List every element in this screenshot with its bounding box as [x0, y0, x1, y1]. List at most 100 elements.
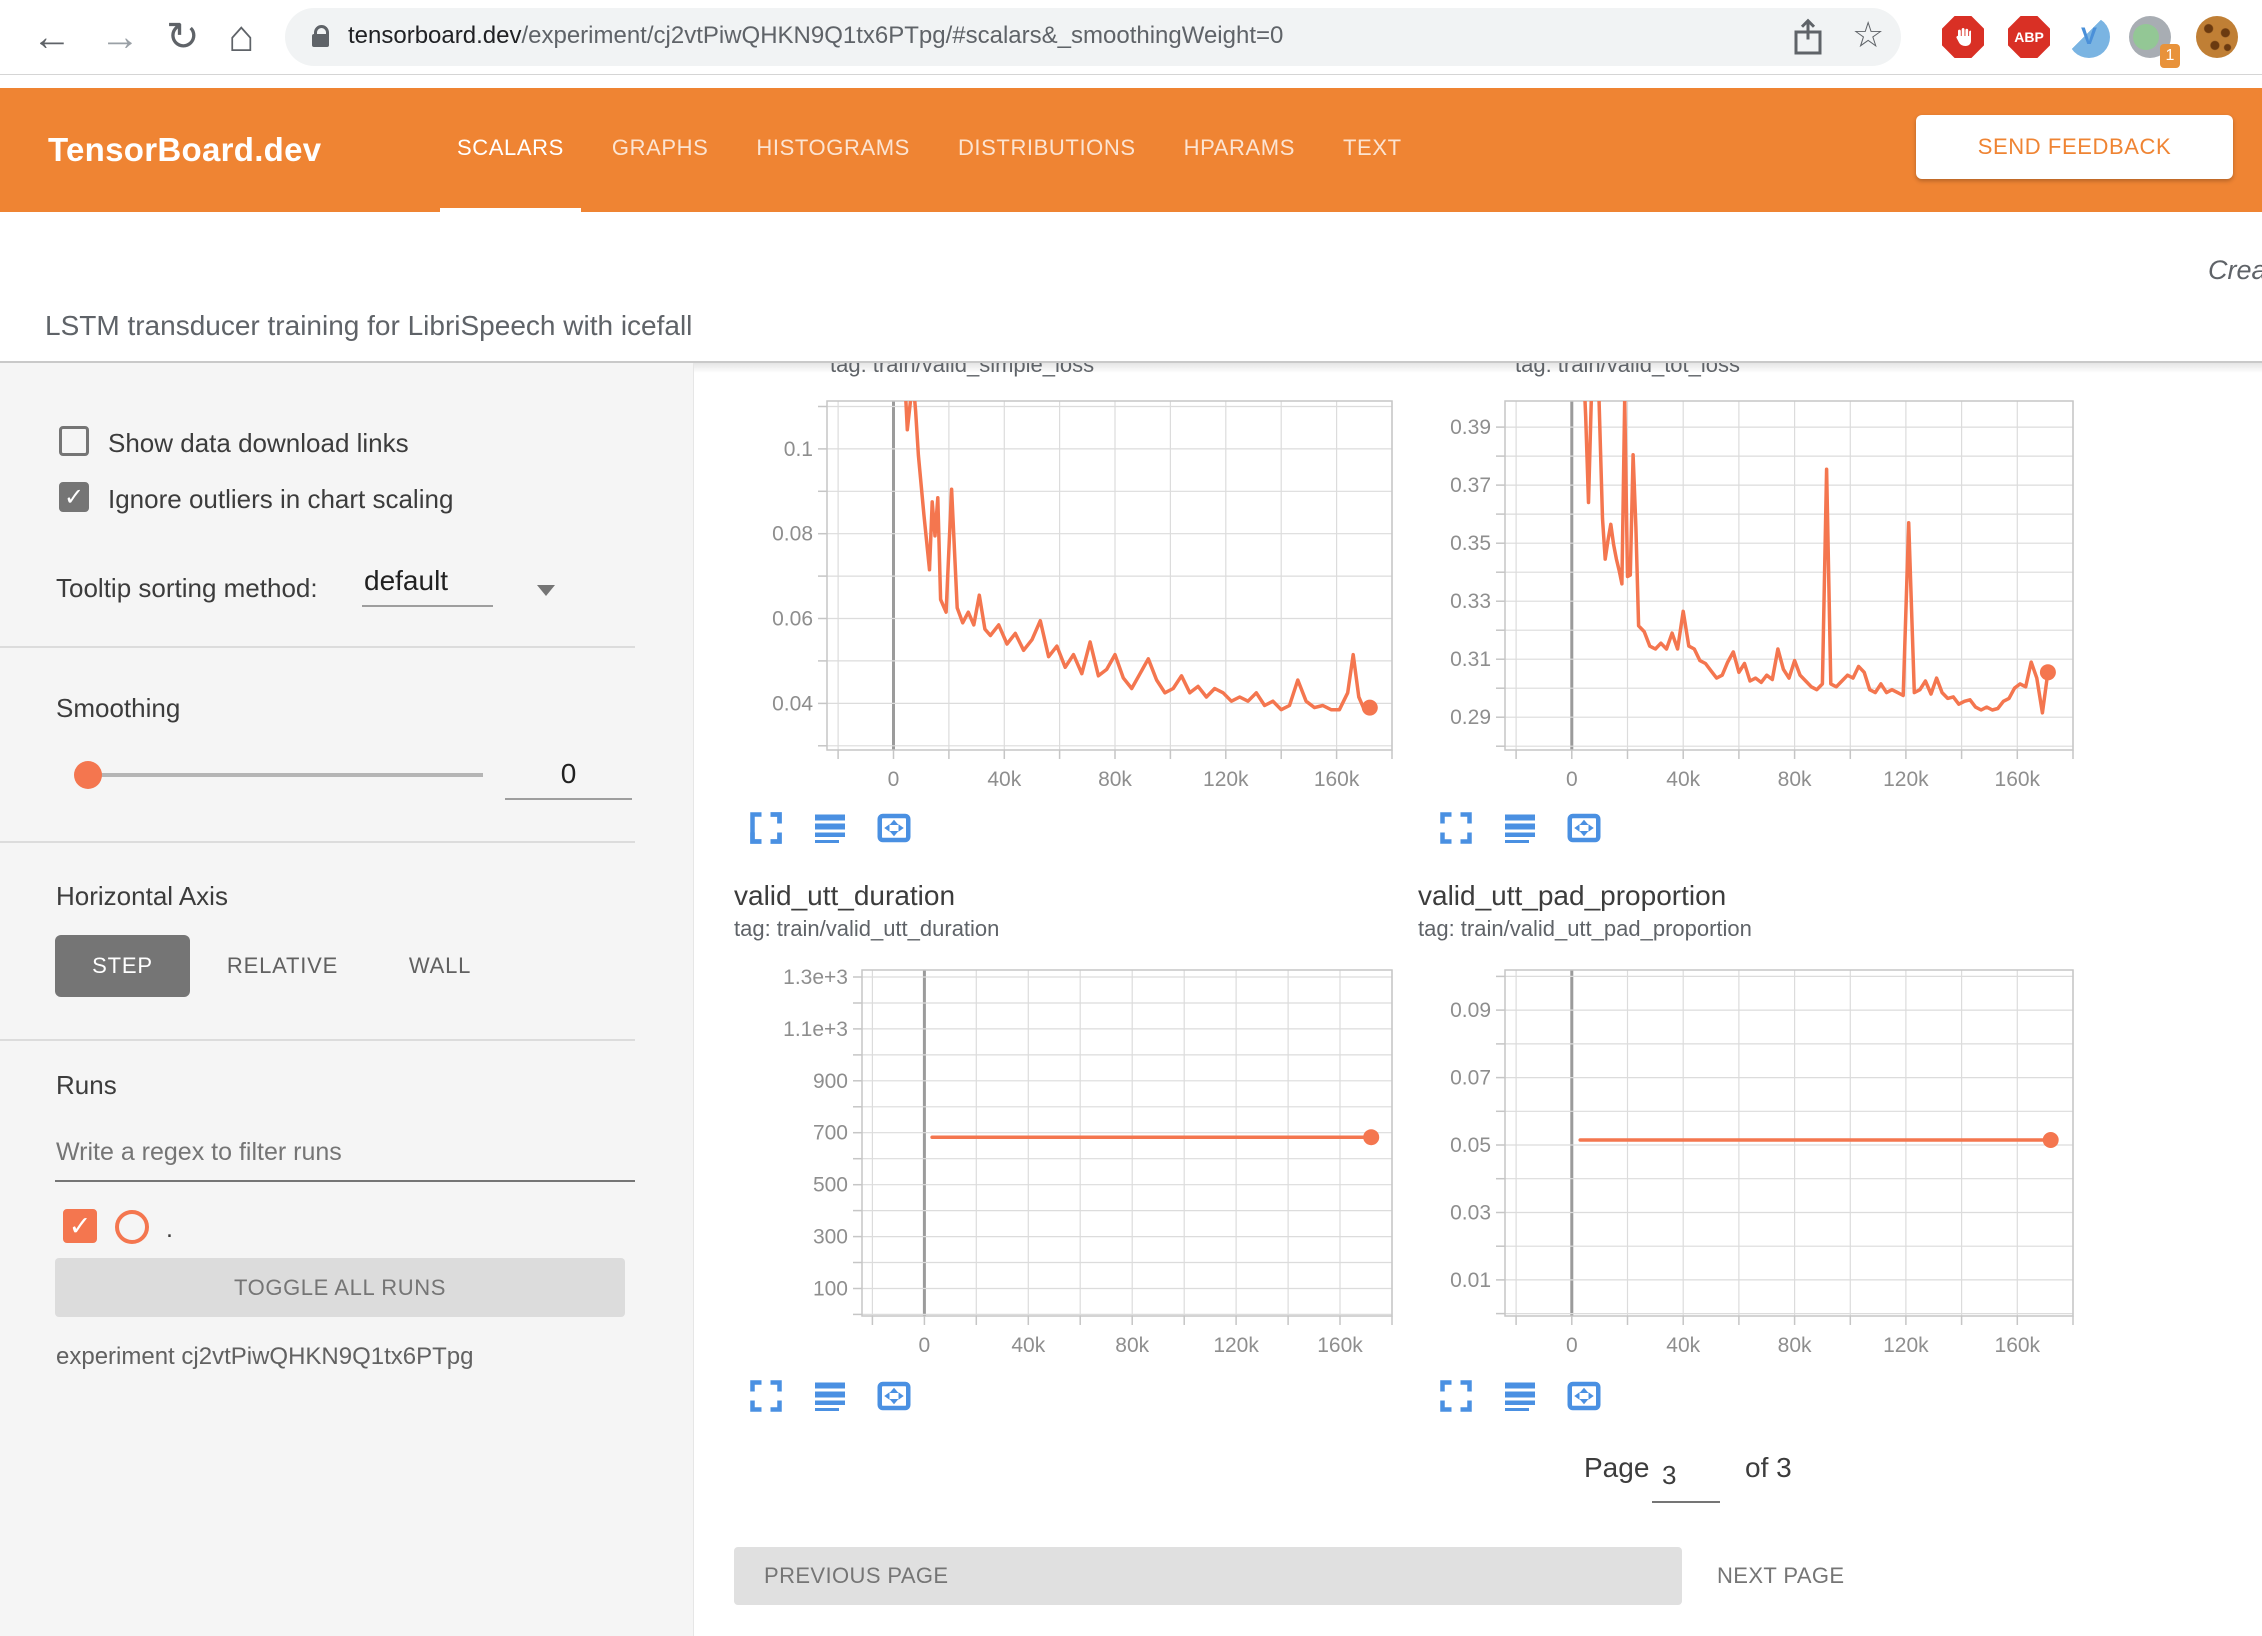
svg-text:1.3e+3: 1.3e+3: [783, 966, 848, 989]
tooltip-sort-dropdown[interactable]: default: [362, 565, 493, 607]
data-table-icon[interactable]: [1502, 1378, 1538, 1414]
svg-text:0.29: 0.29: [1450, 706, 1491, 729]
axis-relative-button[interactable]: RELATIVE: [210, 935, 355, 997]
adblock-plus-extension-icon[interactable]: ABP: [2008, 16, 2050, 58]
adblock-label: ABP: [2014, 29, 2044, 45]
tab-histograms[interactable]: HISTOGRAMS: [739, 88, 927, 212]
runs-label: Runs: [56, 1070, 117, 1101]
page-of-label: of 3: [1745, 1452, 1792, 1484]
tensorboard-header: TensorBoard.dev SCALARS GRAPHS HISTOGRAM…: [0, 88, 2262, 212]
svg-text:700: 700: [813, 1122, 848, 1145]
page-number-input[interactable]: 3: [1652, 1460, 1720, 1503]
reload-icon[interactable]: ↻: [166, 14, 200, 60]
svg-text:40k: 40k: [1666, 1334, 1700, 1357]
svg-text:80k: 80k: [1778, 768, 1812, 791]
svg-text:0: 0: [919, 1334, 931, 1357]
fullscreen-icon[interactable]: [748, 810, 784, 846]
fullscreen-icon[interactable]: [1438, 1378, 1474, 1414]
show-download-links-label: Show data download links: [108, 428, 409, 459]
fullscreen-icon[interactable]: [748, 1378, 784, 1414]
svg-text:300: 300: [813, 1226, 848, 1249]
smoothing-value-input[interactable]: 0: [505, 758, 632, 800]
fit-domain-icon[interactable]: [1566, 810, 1602, 846]
back-icon[interactable]: ←: [32, 14, 72, 60]
scalar-chart-valid-simple-loss[interactable]: 0.040.060.080.1040k80k120k160k: [740, 395, 1440, 810]
fit-domain-icon[interactable]: [876, 810, 912, 846]
axis-wall-button[interactable]: WALL: [390, 935, 490, 997]
svg-text:1.1e+3: 1.1e+3: [783, 1018, 848, 1041]
v-extension-icon[interactable]: V: [2068, 16, 2110, 58]
tab-hparams[interactable]: HPARAMS: [1167, 88, 1312, 212]
fullscreen-icon[interactable]: [1438, 810, 1474, 846]
svg-text:0.01: 0.01: [1450, 1269, 1491, 1292]
data-table-icon[interactable]: [812, 1378, 848, 1414]
svg-text:0: 0: [888, 768, 900, 791]
chart-title: valid_utt_duration: [734, 880, 955, 912]
svg-text:0.08: 0.08: [772, 523, 813, 546]
svg-text:120k: 120k: [1203, 768, 1249, 791]
svg-text:0.1: 0.1: [784, 438, 813, 461]
chart-tag: tag: train/valid_utt_pad_proportion: [1418, 916, 1752, 942]
send-feedback-button[interactable]: SEND FEEDBACK: [1916, 115, 2233, 179]
clipped-chart-tag: tag: train/valid_simple_loss: [830, 363, 1250, 378]
next-page-button[interactable]: NEXT PAGE: [1712, 1547, 1942, 1605]
svg-text:0.03: 0.03: [1450, 1202, 1491, 1225]
svg-text:0.37: 0.37: [1450, 474, 1491, 497]
svg-text:160k: 160k: [1317, 1334, 1363, 1357]
svg-text:0.39: 0.39: [1450, 416, 1491, 439]
data-table-icon[interactable]: [1502, 810, 1538, 846]
axis-step-button[interactable]: STEP: [55, 935, 190, 997]
sidebar-divider: [0, 841, 635, 843]
ignore-outliers-checkbox[interactable]: ✓: [59, 482, 89, 512]
smoothing-slider-handle[interactable]: [74, 761, 102, 789]
url-domain: tensorboard.dev: [348, 22, 521, 49]
sidebar-divider: [0, 1039, 635, 1041]
share-icon[interactable]: [1790, 18, 1826, 58]
svg-text:0.31: 0.31: [1450, 648, 1491, 671]
run-filter-input[interactable]: Write a regex to filter runs: [56, 1138, 342, 1167]
chart-tag: tag: train/valid_utt_duration: [734, 916, 999, 942]
svg-text:40k: 40k: [1666, 768, 1700, 791]
run-checkbox[interactable]: ✓: [63, 1209, 97, 1243]
bookmark-star-icon[interactable]: ☆: [1852, 14, 1884, 56]
svg-text:100: 100: [813, 1278, 848, 1301]
data-table-icon[interactable]: [812, 810, 848, 846]
svg-text:0: 0: [1566, 1334, 1578, 1357]
svg-text:0.33: 0.33: [1450, 590, 1491, 613]
fit-domain-icon[interactable]: [876, 1378, 912, 1414]
show-download-links-checkbox[interactable]: [59, 426, 89, 456]
url-text[interactable]: tensorboard.dev/experiment/cj2vtPiwQHKN9…: [348, 22, 1283, 50]
tab-distributions[interactable]: DISTRIBUTIONS: [941, 88, 1153, 212]
svg-text:160k: 160k: [1995, 1334, 2041, 1357]
cookie-extension-icon[interactable]: [2196, 16, 2238, 58]
toggle-all-runs-button[interactable]: TOGGLE ALL RUNS: [55, 1258, 625, 1317]
chart-title: valid_utt_pad_proportion: [1418, 880, 1726, 912]
padlock-icon[interactable]: [312, 34, 329, 47]
svg-text:160k: 160k: [1995, 768, 2041, 791]
tensorboard-logo: TensorBoard.dev: [48, 88, 321, 212]
sidebar-divider: [0, 646, 635, 648]
scalar-chart-valid-utt-duration[interactable]: 1003005007009001.1e+31.3e+3040k80k120k16…: [740, 960, 1440, 1385]
ignore-outliers-label: Ignore outliers in chart scaling: [108, 484, 453, 515]
tab-text[interactable]: TEXT: [1326, 88, 1419, 212]
previous-page-button[interactable]: PREVIOUS PAGE: [734, 1547, 1682, 1605]
clipped-chart-tag: tag: train/valid_tot_loss: [1515, 363, 1935, 378]
scalar-chart-valid-utt-pad-proportion[interactable]: 0.010.030.050.070.09040k80k120k160k: [1418, 960, 2118, 1385]
run-color-swatch[interactable]: [115, 1210, 149, 1244]
run-filter-underline: [55, 1180, 635, 1182]
svg-text:40k: 40k: [987, 768, 1021, 791]
forward-icon[interactable]: →: [100, 14, 140, 60]
fit-domain-icon[interactable]: [1566, 1378, 1602, 1414]
tab-graphs[interactable]: GRAPHS: [595, 88, 726, 212]
blocker-hand-extension-icon[interactable]: [1942, 16, 1984, 58]
svg-text:0.09: 0.09: [1450, 999, 1491, 1022]
home-icon[interactable]: ⌂: [228, 14, 255, 60]
tab-scalars[interactable]: SCALARS: [440, 88, 581, 212]
svg-text:0.06: 0.06: [772, 608, 813, 631]
nav-tabs: SCALARS GRAPHS HISTOGRAMS DISTRIBUTIONS …: [440, 88, 1433, 212]
scalar-chart-valid-tot-loss[interactable]: 0.290.310.330.350.370.39040k80k120k160k: [1418, 395, 2118, 810]
svg-text:500: 500: [813, 1174, 848, 1197]
smoothing-slider-track[interactable]: [79, 773, 483, 777]
svg-text:160k: 160k: [1314, 768, 1360, 791]
svg-text:80k: 80k: [1778, 1334, 1812, 1357]
